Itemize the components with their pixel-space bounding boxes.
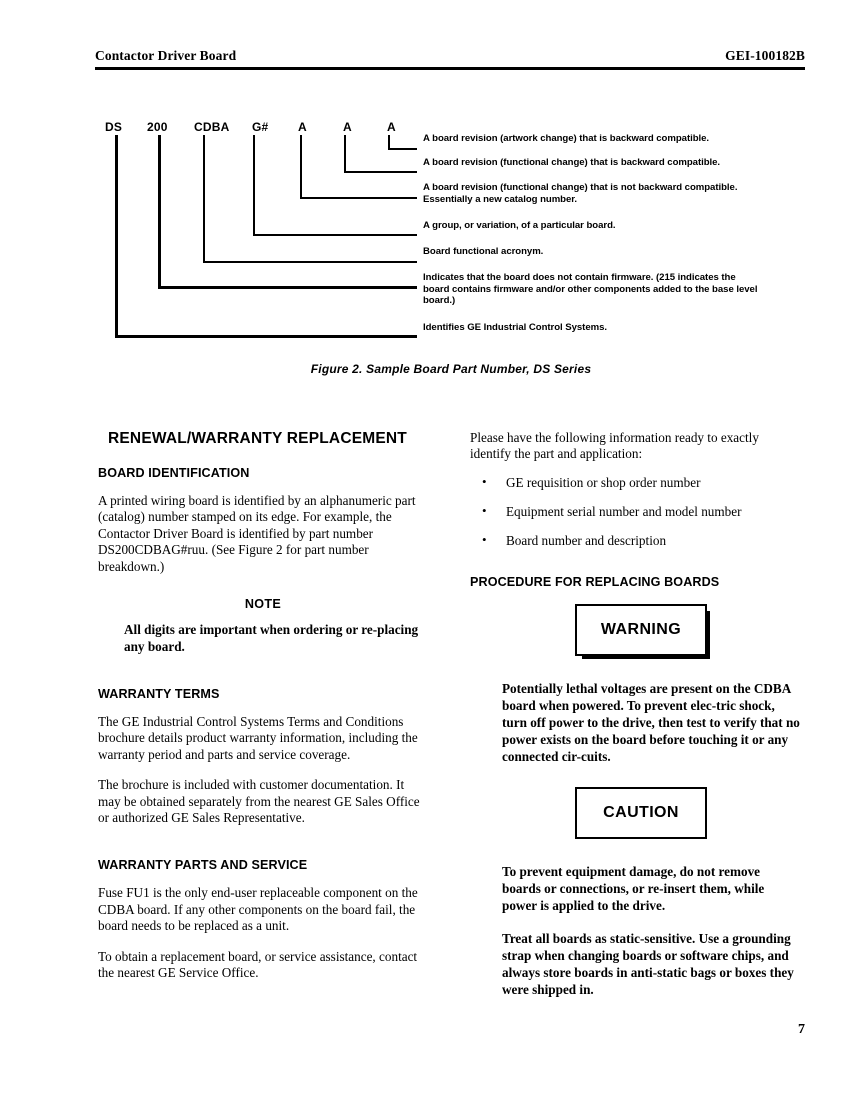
figure-token-a3: A [387, 120, 396, 134]
leader-vertical-cdba [203, 135, 205, 263]
leader-horizontal-a1 [300, 197, 417, 199]
leader-vertical-g [253, 135, 255, 236]
figure-description-2: A board revision (functional change) tha… [423, 157, 721, 168]
heading-warranty-terms: WARRANTY TERMS [98, 687, 220, 702]
leader-horizontal-200 [158, 286, 417, 289]
leader-horizontal-a3 [388, 148, 417, 150]
leader-vertical-200 [158, 135, 161, 289]
list-item: Equipment serial number and model number [470, 503, 800, 520]
header-document-number: GEI-100182B [725, 48, 805, 63]
figure-token-ds: DS [105, 120, 123, 134]
warning-box: WARNING [575, 603, 707, 656]
document-page: Contactor Driver Board GEI-100182B DS 20… [0, 0, 850, 1100]
information-bullet-list: GE requisition or shop order number Equi… [470, 474, 800, 549]
figure-token-cdba: CDBA [194, 120, 230, 134]
right-column: Please have the following information re… [470, 430, 800, 1014]
leader-horizontal-ds [115, 335, 417, 338]
warning-box-container: WARNING [470, 603, 800, 662]
caution-box: CAUTION [575, 786, 707, 839]
header-document-title: Contactor Driver Board [95, 48, 237, 63]
list-item: Board number and description [470, 532, 800, 549]
note-title: NOTE [244, 597, 282, 612]
note-body: All digits are important when ordering o… [124, 622, 419, 655]
figure-part-number-breakdown: DS 200 CDBA G# A A A A board revision (a… [95, 110, 807, 376]
section-heading-renewal-warranty: RENEWAL/WARRANTY REPLACEMENT [108, 430, 407, 447]
figure-description-5: Board functional acronym. [423, 246, 544, 257]
caution-box-label: CAUTION [603, 803, 679, 821]
running-header: Contactor Driver Board GEI-100182B [95, 48, 805, 74]
leader-horizontal-g [253, 234, 417, 236]
leader-horizontal-cdba [203, 261, 417, 263]
list-item: GE requisition or shop order number [470, 474, 800, 491]
leader-vertical-a2 [344, 135, 346, 173]
figure-description-1: A board revision (artwork change) that i… [423, 133, 710, 144]
warning-body-text: Potentially lethal voltages are present … [502, 680, 800, 764]
paragraph-board-identification: A printed wiring board is identified by … [98, 493, 416, 574]
paragraph-warranty-terms-1: The GE Industrial Control Systems Terms … [98, 714, 418, 762]
figure-token-200: 200 [147, 120, 168, 134]
leader-vertical-a1 [300, 135, 302, 199]
figure-description-3: A board revision (functional change) tha… [423, 182, 738, 205]
paragraph-information-intro: Please have the following information re… [470, 430, 759, 462]
paragraph-warranty-parts-2: To obtain a replacement board, or servic… [98, 948, 418, 981]
page-number: 7 [798, 1022, 805, 1037]
caution-box-container: CAUTION [470, 786, 800, 845]
caution-body-text-2: Treat all boards as static-sensitive. Us… [502, 930, 794, 997]
figure-description-7: Identifies GE Industrial Control Systems… [423, 322, 607, 333]
figure-token-a2: A [343, 120, 352, 134]
caution-body-text-1: To prevent equipment damage, do not remo… [502, 863, 765, 913]
figure-description-4: A group, or variation, of a particular b… [423, 220, 616, 231]
warning-box-label: WARNING [600, 620, 682, 638]
figure-caption: Figure 2. Sample Board Part Number, DS S… [310, 362, 592, 376]
header-rule [95, 67, 805, 70]
figure-description-6: Indicates that the board does not contai… [423, 272, 758, 306]
paragraph-warranty-terms-2: The brochure is included with customer d… [98, 777, 420, 826]
leader-vertical-ds [115, 135, 118, 338]
figure-token-a1: A [298, 120, 307, 134]
heading-procedure-for-replacing-boards: PROCEDURE FOR REPLACING BOARDS [470, 574, 720, 589]
left-column: RENEWAL/WARRANTY REPLACEMENT BOARD IDENT… [98, 430, 428, 996]
paragraph-warranty-parts-1: Fuse FU1 is the only end-user replaceabl… [98, 885, 418, 934]
heading-board-identification: BOARD IDENTIFICATION [98, 466, 250, 480]
heading-warranty-parts-and-service: WARRANTY PARTS AND SERVICE [98, 858, 308, 873]
figure-token-g: G# [252, 120, 269, 134]
leader-horizontal-a2 [344, 171, 417, 173]
